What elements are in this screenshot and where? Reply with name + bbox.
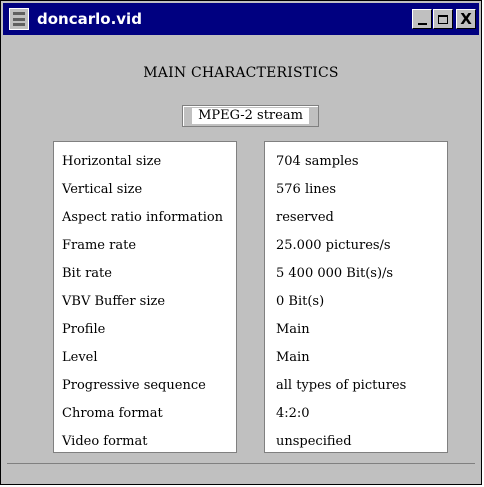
- characteristic-label: VBV Buffer size: [62, 294, 166, 309]
- characteristic-label: Progressive sequence: [62, 378, 206, 393]
- close-button[interactable]: X: [456, 9, 476, 29]
- characteristic-label: Horizontal size: [62, 154, 162, 169]
- characteristic-label: Chroma format: [62, 406, 163, 421]
- characteristic-label: Aspect ratio information: [62, 210, 224, 225]
- stream-type-box: MPEG-2 stream: [182, 105, 319, 127]
- stream-type-label: MPEG-2 stream: [192, 108, 309, 124]
- characteristic-value: 25.000 pictures/s: [276, 238, 391, 253]
- characteristic-value: 704 samples: [276, 154, 359, 169]
- app-icon[interactable]: [9, 8, 29, 30]
- characteristic-value: Main: [276, 322, 310, 337]
- maximize-icon: [438, 14, 448, 24]
- minimize-icon: [417, 22, 427, 25]
- characteristic-value: 0 Bit(s): [276, 294, 325, 309]
- characteristic-value: Main: [276, 350, 310, 365]
- characteristic-value: unspecified: [276, 434, 352, 449]
- characteristic-label: Level: [62, 350, 98, 365]
- title-bar[interactable]: doncarlo.vid X: [3, 3, 479, 35]
- characteristic-label: Frame rate: [62, 238, 137, 253]
- window-controls: X: [411, 9, 476, 29]
- app-window: doncarlo.vid X MAIN CHARACTERISTICS MPEG…: [0, 0, 482, 485]
- close-icon: X: [460, 9, 472, 28]
- minimize-button[interactable]: [412, 9, 432, 29]
- characteristic-label: Vertical size: [62, 182, 143, 197]
- bottom-divider: [7, 463, 475, 464]
- values-panel: 704 samples 576 lines reserved 25.000 pictu…: [264, 141, 448, 453]
- characteristic-value: 5 400 000 Bit(s)/s: [276, 266, 394, 281]
- characteristic-label: Bit rate: [62, 266, 112, 281]
- characteristic-label: Profile: [62, 322, 106, 337]
- labels-panel: Horizontal size Vertical size Aspect ratio…: [53, 141, 237, 453]
- characteristic-value: reserved: [276, 210, 334, 225]
- maximize-button[interactable]: [433, 9, 453, 29]
- characteristic-value: 4:2:0: [276, 406, 310, 421]
- section-heading: MAIN CHARACTERISTICS: [143, 65, 339, 81]
- characteristic-value: all types of pictures: [276, 378, 407, 393]
- characteristic-label: Video format: [62, 434, 148, 449]
- window-title: doncarlo.vid: [37, 10, 142, 28]
- characteristic-value: 576 lines: [276, 182, 336, 197]
